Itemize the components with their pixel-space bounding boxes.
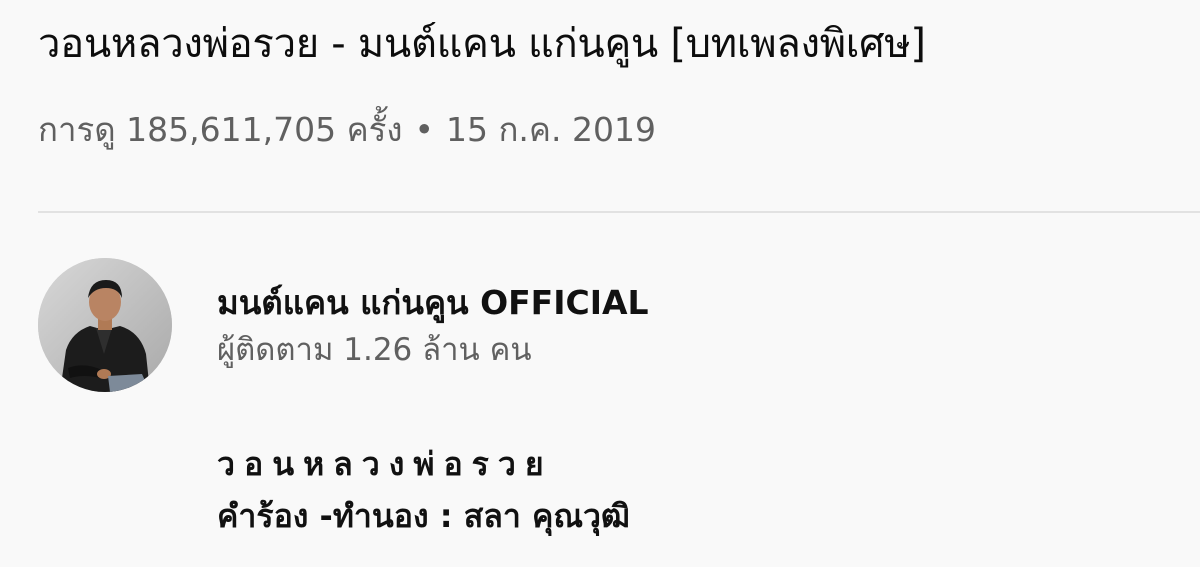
section-divider	[38, 211, 1200, 213]
video-title: วอนหลวงพ่อรวย - มนต์แคน แก่นคูน [บทเพลงพ…	[38, 21, 926, 67]
description-credit: คำร้อง -ทำนอง : สลา คุณวุฒิ	[217, 497, 630, 535]
channel-avatar[interactable]	[38, 258, 172, 392]
avatar-photo-icon	[38, 258, 172, 392]
video-description: วอนหลวงพ่อรวย คำร้อง -ทำนอง : สลา คุณวุฒ…	[217, 438, 630, 542]
upload-date: 15 ก.ค. 2019	[445, 110, 656, 149]
view-count: การดู 185,611,705 ครั้ง	[38, 110, 403, 149]
channel-name-link[interactable]: มนต์แคน แก่นคูน OFFICIAL	[217, 280, 649, 326]
description-song-title: วอนหลวงพ่อรวย	[217, 445, 553, 483]
video-meta: การดู 185,611,705 ครั้ง • 15 ก.ค. 2019	[38, 106, 656, 154]
meta-separator: •	[414, 110, 434, 149]
subscriber-count: ผู้ติดตาม 1.26 ล้าน คน	[217, 332, 532, 368]
